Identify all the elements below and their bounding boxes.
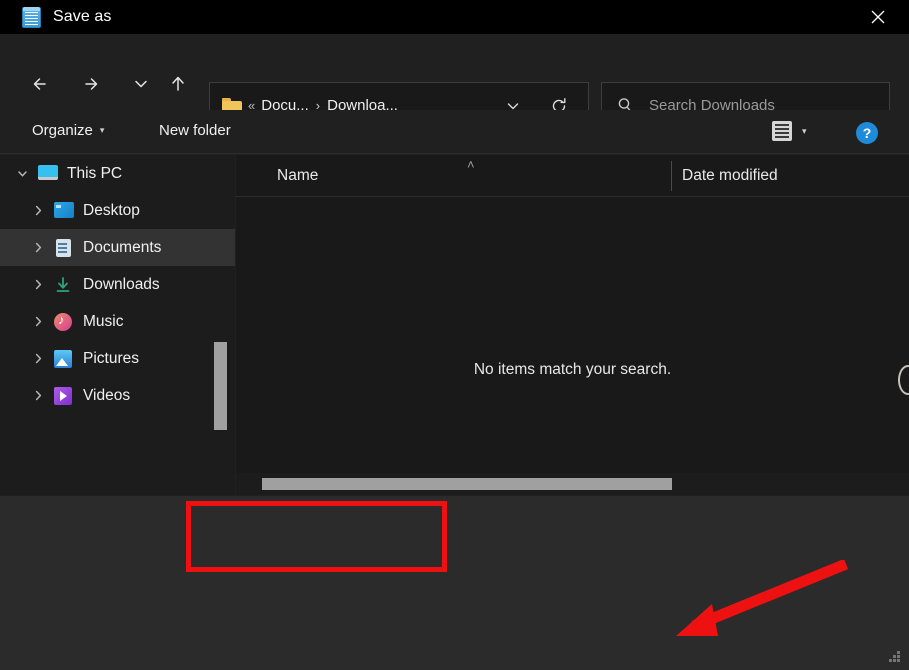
sidebar-item-desktop[interactable]: Desktop [0, 192, 235, 229]
sidebar-item-pictures[interactable]: Pictures [0, 340, 235, 377]
new-folder-button[interactable]: New folder [159, 122, 231, 139]
chevron-right-icon[interactable] [30, 351, 46, 367]
column-header-row: ˄ Name Date modified [236, 155, 909, 197]
save-form-area: File name: change deafult system font.re… [0, 496, 909, 594]
chevron-right-icon[interactable] [30, 203, 46, 219]
sidebar-item-label: This PC [67, 164, 123, 182]
download-icon [54, 276, 74, 294]
save-as-dialog: Save as « Docu... › Downloa... Search Do… [0, 0, 909, 670]
sidebar-scrollbar-thumb[interactable] [214, 342, 227, 430]
music-icon [54, 312, 74, 331]
chevron-down-icon: ▾ [802, 125, 807, 136]
sidebar-item-label: Desktop [83, 201, 140, 219]
arrow-left-icon[interactable] [21, 64, 61, 104]
empty-state-message: No items match your search. [473, 361, 672, 378]
sidebar-item-this-pc[interactable]: This PC [0, 155, 235, 192]
sidebar-item-label: Videos [83, 386, 131, 404]
window-title: Save as [53, 8, 112, 25]
file-list-pane[interactable]: ˄ Name Date modified No items match your… [236, 155, 909, 495]
chevron-right-icon[interactable] [30, 277, 46, 293]
desktop-icon [54, 201, 74, 220]
horizontal-scrollbar[interactable] [236, 473, 909, 495]
navigation-bar: « Docu... › Downloa... [0, 34, 909, 129]
horizontal-scrollbar-thumb[interactable] [262, 478, 672, 490]
help-button[interactable]: ? [856, 122, 878, 144]
arrow-up-icon[interactable] [158, 64, 198, 104]
document-icon [54, 238, 74, 257]
organize-button[interactable]: Organize ▾ [32, 122, 104, 139]
monitor-icon [38, 164, 58, 183]
view-options-button[interactable]: ▾ [772, 121, 807, 141]
dialog-footer: Hide Folders Encoding: UTF-8 Save Cancel [0, 594, 909, 670]
sidebar-item-label: Downloads [83, 275, 160, 293]
chevron-right-icon[interactable] [30, 388, 46, 404]
sort-ascending-icon[interactable]: ˄ [467, 157, 475, 172]
column-divider[interactable] [671, 161, 672, 191]
folder-tree-sidebar[interactable]: This PC Desktop Documents Downloads Music Pic… [0, 155, 235, 495]
sidebar-item-label: Pictures [83, 349, 139, 367]
notepad-icon [22, 6, 41, 28]
sidebar-item-music[interactable]: Music [0, 303, 235, 340]
organize-label: Organize [32, 122, 93, 139]
chevron-right-icon[interactable] [30, 314, 46, 330]
cursor-artifact-icon [898, 365, 909, 395]
chevron-right-icon[interactable] [30, 240, 46, 256]
chevron-down-icon[interactable] [121, 64, 161, 104]
chevron-down-icon: ▾ [99, 125, 105, 135]
resize-grip-icon[interactable] [889, 651, 901, 663]
list-view-icon [772, 121, 792, 141]
chevron-down-icon[interactable] [14, 166, 30, 182]
column-header-date-modified[interactable]: Date modified [682, 167, 778, 185]
videos-icon [54, 386, 74, 405]
sidebar-item-documents[interactable]: Documents [0, 229, 235, 266]
sidebar-scrollbar[interactable] [212, 155, 229, 495]
close-icon[interactable] [847, 0, 909, 34]
sidebar-item-label: Documents [83, 238, 162, 256]
column-header-name[interactable]: Name [277, 167, 318, 185]
command-bar: Organize ▾ New folder ▾ ? [0, 110, 909, 154]
pictures-icon [54, 349, 74, 368]
title-bar: Save as [0, 0, 909, 34]
arrow-right-icon[interactable] [71, 64, 111, 104]
sidebar-item-videos[interactable]: Videos [0, 377, 235, 414]
sidebar-item-downloads[interactable]: Downloads [0, 266, 235, 303]
sidebar-item-label: Music [83, 312, 124, 330]
